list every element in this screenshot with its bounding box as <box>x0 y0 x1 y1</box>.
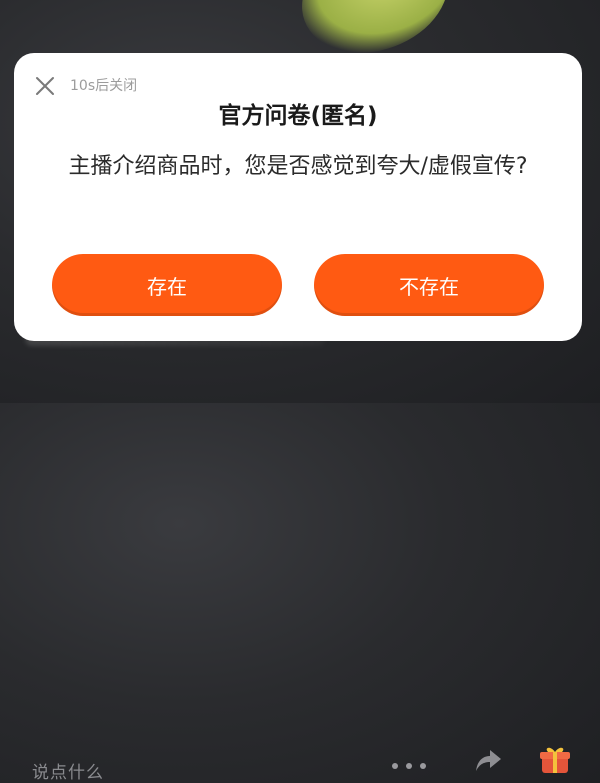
share-icon[interactable] <box>474 748 502 773</box>
countdown-text: 10s后关闭 <box>70 78 138 94</box>
close-icon[interactable] <box>34 75 56 97</box>
survey-question: 主播介绍商品时，您是否感觉到夸大/虚假宣传? <box>68 154 528 179</box>
survey-dialog: 10s后关闭 官方问卷(匿名) 主播介绍商品时，您是否感觉到夸大/虚假宣传? 存… <box>14 53 582 341</box>
option-exists-button[interactable]: 存在 <box>52 254 282 316</box>
option-not-exists-button[interactable]: 不存在 <box>314 254 544 316</box>
bottom-bar: 说点什么 <box>0 370 600 783</box>
gift-icon[interactable] <box>538 745 572 773</box>
more-icon[interactable] <box>392 763 442 773</box>
dialog-title: 官方问卷(匿名) <box>218 103 378 129</box>
comment-input[interactable]: 说点什么 <box>32 758 104 783</box>
